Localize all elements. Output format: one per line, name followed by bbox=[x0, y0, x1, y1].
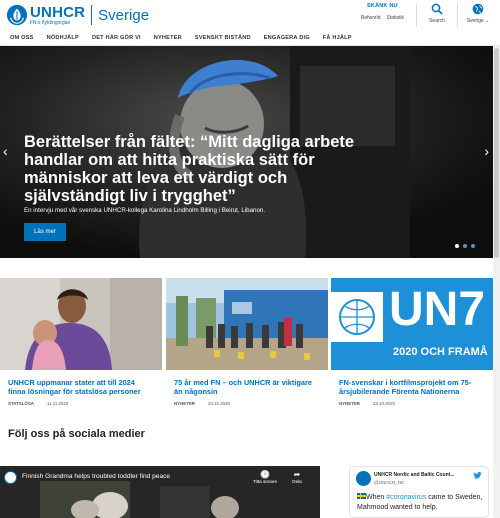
news-card-image[interactable] bbox=[166, 278, 328, 370]
news-card[interactable]: UN7 2020 OCH FRAMÅ FN-svenskar i kortfil… bbox=[331, 278, 493, 406]
main-navigation: OM OSS NÖDHJÄLP DET HÄR GÖR VI NYHETER S… bbox=[0, 30, 500, 46]
next-slide-icon[interactable]: › bbox=[484, 144, 489, 158]
news-card-title[interactable]: UNHCR uppmanar stater att till 2024 finn… bbox=[8, 378, 154, 396]
statistics-link[interactable]: Statistik bbox=[386, 15, 404, 21]
twitter-account-name[interactable]: UNHCR Nordic and Baltic Count... bbox=[374, 472, 455, 478]
carousel-dot-2[interactable] bbox=[463, 244, 467, 248]
nav-item-fa-hjalp[interactable]: FÅ HJÄLP bbox=[323, 35, 352, 41]
search-label: Search bbox=[429, 18, 445, 24]
news-cards: UNHCR uppmanar stater att till 2024 finn… bbox=[0, 278, 493, 414]
header-divider bbox=[416, 3, 417, 27]
scrollbar-thumb[interactable] bbox=[494, 48, 499, 258]
watch-later-label: Titta senare bbox=[252, 479, 278, 484]
chevron-down-icon: ⌄ bbox=[485, 18, 490, 24]
unhcr-channel-avatar[interactable] bbox=[4, 471, 17, 484]
search-button[interactable]: Search bbox=[423, 3, 451, 24]
header-divider bbox=[457, 3, 458, 27]
logo-country: Sverige bbox=[98, 6, 150, 24]
nav-item-engagera-dig[interactable]: ENGAGERA DIG bbox=[264, 35, 310, 41]
region-label: Sverige bbox=[466, 18, 484, 24]
un75-big-text: UN7 bbox=[389, 283, 486, 336]
carousel-indicators bbox=[455, 244, 475, 248]
water-distribution-photo bbox=[166, 278, 328, 370]
sweden-flag-icon bbox=[357, 493, 366, 499]
logo-divider bbox=[91, 5, 93, 25]
hero-headline[interactable]: Berättelser från fältet: “Mitt dagliga a… bbox=[24, 133, 364, 205]
tweet-text: When #coronavirus came to Sweden, Mahmoo… bbox=[357, 493, 483, 511]
news-card[interactable]: 75 år med FN – och UNHCR är viktigare än… bbox=[166, 278, 328, 406]
carousel-dot-1[interactable] bbox=[455, 244, 459, 248]
share-label: Dela bbox=[292, 479, 302, 484]
hero-carousel: Berättelser från fältet: “Mitt dagliga a… bbox=[0, 46, 493, 258]
twitter-bird-icon[interactable] bbox=[473, 471, 482, 480]
news-card-category[interactable]: NYHETER bbox=[174, 401, 195, 406]
un75-tagline: 2020 OCH FRAMÅ bbox=[393, 346, 488, 358]
logo-tagline: FN:s flyktingorgan bbox=[30, 19, 71, 26]
twitter-feed[interactable]: UNHCR Nordic and Baltic Count... @UNHCR_… bbox=[349, 466, 489, 518]
share-icon: ➦ bbox=[293, 470, 301, 479]
nav-item-om-oss[interactable]: OM OSS bbox=[10, 35, 34, 41]
video-title[interactable]: Finnish Grandma helps troubled toddler f… bbox=[22, 473, 170, 480]
globe-icon bbox=[472, 3, 484, 15]
news-card-image[interactable] bbox=[0, 278, 162, 370]
news-card-category[interactable]: STATSLÖSA bbox=[8, 401, 34, 406]
news-card-image[interactable]: UN7 2020 OCH FRAMÅ bbox=[331, 278, 493, 370]
page-scrollbar[interactable] bbox=[493, 46, 500, 518]
twitter-avatar[interactable] bbox=[356, 471, 371, 486]
unhcr-logo[interactable]: UNHCR FN:s flyktingorgan Sverige bbox=[6, 4, 149, 26]
social-media-heading: Följ oss på sociala medier bbox=[8, 428, 145, 440]
nav-item-det-har-gor-vi[interactable]: DET HÄR GÖR VI bbox=[92, 35, 141, 41]
news-card-date: 11.11.2020 bbox=[46, 401, 69, 406]
news-card-date: 23.10.2020 bbox=[372, 401, 395, 406]
share-button[interactable]: ➦ Dela bbox=[284, 470, 310, 484]
region-selector[interactable]: Sverige ⌄ bbox=[464, 3, 492, 24]
tweet-hashtag[interactable]: #coronavirus bbox=[386, 494, 426, 501]
donate-link[interactable]: SKÄNK NU bbox=[361, 3, 404, 9]
header-links: SKÄNK NU Refworld Statistik bbox=[361, 3, 404, 21]
news-card-title[interactable]: FN-svenskar i kortfilmsprojekt om 75-års… bbox=[339, 378, 485, 396]
news-card-category[interactable]: NYHETER bbox=[339, 401, 360, 406]
logo-name: UNHCR bbox=[30, 3, 86, 21]
news-card[interactable]: UNHCR uppmanar stater att till 2024 finn… bbox=[0, 278, 162, 406]
nav-item-svenskt-bistand[interactable]: SVENSKT BISTÅND bbox=[195, 35, 251, 41]
hero-subtitle: En intervju med vår svenska UNHCR-kolleg… bbox=[24, 207, 266, 214]
watch-later-button[interactable]: 🕑 Titta senare bbox=[252, 470, 278, 484]
nav-item-nodhjalp[interactable]: NÖDHJÄLP bbox=[47, 35, 79, 41]
youtube-video-embed[interactable]: Finnish Grandma helps troubled toddler f… bbox=[0, 466, 320, 518]
news-card-title[interactable]: 75 år med FN – och UNHCR är viktigare än… bbox=[174, 378, 320, 396]
clock-icon: 🕑 bbox=[260, 470, 270, 479]
news-card-date: 23.10.2020 bbox=[207, 401, 230, 406]
nav-item-nyheter[interactable]: NYHETER bbox=[154, 35, 182, 41]
header-actions: SKÄNK NU Refworld Statistik Search Sveri… bbox=[361, 3, 492, 27]
twitter-handle[interactable]: @UNHCR_NE bbox=[374, 480, 404, 485]
carousel-dot-3[interactable] bbox=[471, 244, 475, 248]
read-more-button[interactable]: Läs mer bbox=[24, 223, 66, 241]
search-icon bbox=[431, 3, 443, 15]
mother-child-photo bbox=[0, 278, 162, 370]
site-header: UNHCR FN:s flyktingorgan Sverige SKÄNK N… bbox=[0, 0, 500, 30]
previous-slide-icon[interactable]: ‹ bbox=[3, 144, 8, 158]
unhcr-emblem-icon bbox=[6, 4, 28, 26]
refworld-link[interactable]: Refworld bbox=[361, 15, 381, 21]
